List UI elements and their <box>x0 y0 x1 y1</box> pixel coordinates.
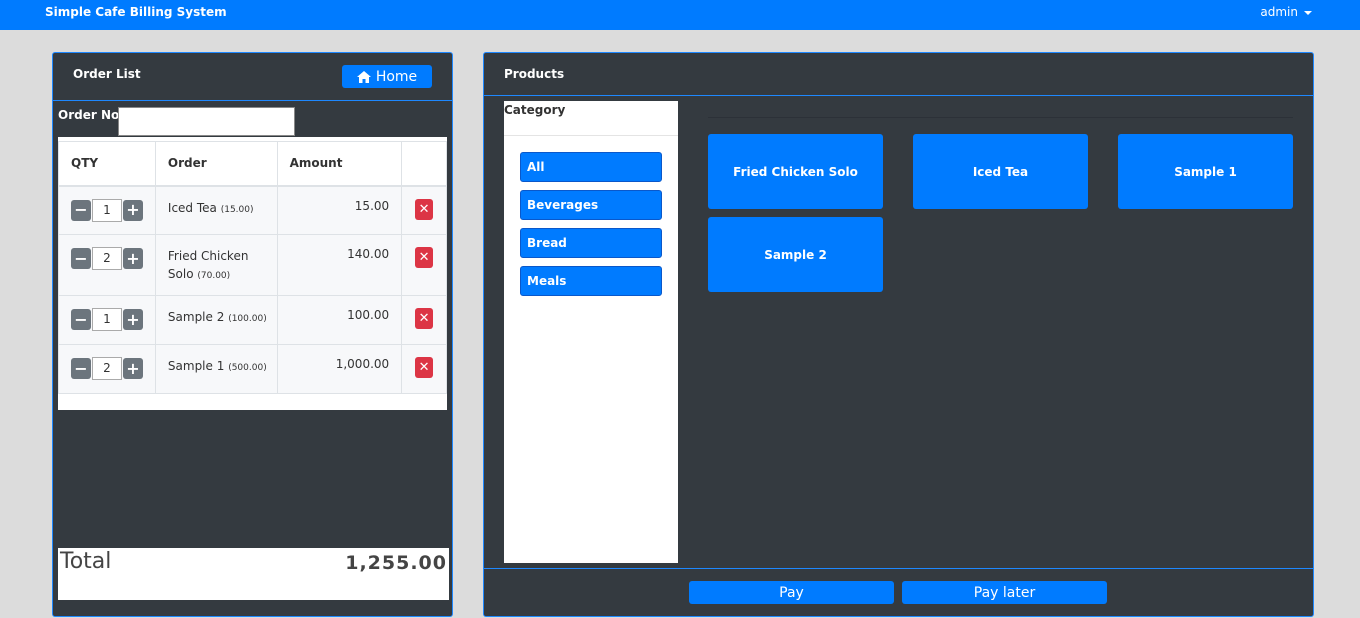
products-card: Products Category All Beverages Bread Me… <box>483 52 1314 617</box>
plus-icon[interactable]: + <box>123 248 143 269</box>
qty-cell: −2 + <box>58 234 156 296</box>
top-navbar: Simple Cafe Billing System admin <box>0 0 1360 30</box>
amount-cell: 15.00 <box>276 185 403 235</box>
column-header-amount: Amount <box>276 141 403 187</box>
products-footer-divider <box>484 568 1313 569</box>
table-row: −2 + Fried Chicken Solo (70.00) 140.00 ✕ <box>58 234 447 296</box>
total-value: 1,255.00 <box>345 552 447 574</box>
close-icon[interactable]: ✕ <box>415 247 434 268</box>
column-header-qty: QTY <box>58 141 156 187</box>
category-title: Category <box>504 103 566 117</box>
quantity-stepper: −1 + <box>71 198 155 222</box>
qty-cell: −2 + <box>58 344 156 394</box>
plus-icon[interactable]: + <box>123 309 143 330</box>
product-fried-chicken-solo-button[interactable]: Fried Chicken Solo <box>708 134 883 209</box>
item-cell: Sample 1 (500.00) <box>154 344 278 394</box>
home-button-label: Home <box>375 68 418 85</box>
qty-cell: −1 + <box>58 295 156 345</box>
item-cell: Fried Chicken Solo (70.00) <box>154 234 278 296</box>
table-row: −1 + Iced Tea (15.00) 15.00 ✕ <box>58 185 447 235</box>
products-divider <box>708 117 1293 118</box>
minus-icon[interactable]: − <box>71 199 91 221</box>
order-no-label: Order No. <box>58 108 124 122</box>
amount-cell: 100.00 <box>276 295 403 345</box>
user-name: admin <box>1260 5 1298 19</box>
table-row: −2 + Sample 1 (500.00) 1,000.00 ✕ <box>58 344 447 394</box>
plus-icon[interactable]: + <box>123 358 143 379</box>
order-no-input[interactable] <box>118 107 295 136</box>
item-cell: Sample 2 (100.00) <box>154 295 278 345</box>
column-header-actions <box>401 141 447 187</box>
product-sample-2-button[interactable]: Sample 2 <box>708 217 883 292</box>
remove-cell: ✕ <box>401 185 447 235</box>
category-divider <box>504 135 678 136</box>
quantity-stepper: −2 + <box>71 247 155 270</box>
item-name: Sample 2 <box>167 310 225 324</box>
category-all-button[interactable]: All <box>520 152 662 182</box>
category-panel: Category All Beverages Bread Meals <box>504 101 678 563</box>
category-beverages-button[interactable]: Beverages <box>520 190 662 220</box>
item-price: (70.00) <box>197 271 231 281</box>
item-price: (100.00) <box>228 314 267 324</box>
remove-cell: ✕ <box>401 234 447 296</box>
user-menu[interactable]: admin <box>1260 5 1312 19</box>
quantity-stepper: −1 + <box>71 308 155 331</box>
remove-cell: ✕ <box>401 295 447 345</box>
app-brand[interactable]: Simple Cafe Billing System <box>45 5 227 19</box>
qty-cell: −1 + <box>58 185 156 235</box>
category-meals-button[interactable]: Meals <box>520 266 662 296</box>
products-header-divider <box>484 95 1313 96</box>
minus-icon[interactable]: − <box>71 309 91 330</box>
product-sample-1-button[interactable]: Sample 1 <box>1118 134 1293 209</box>
products-title: Products <box>504 67 565 81</box>
order-list-card: Order List Home Order No. QTY Order Amou… <box>52 52 453 617</box>
product-iced-tea-button[interactable]: Iced Tea <box>913 134 1088 209</box>
pay-button[interactable]: Pay <box>689 581 894 604</box>
quantity-value[interactable]: 2 <box>92 247 122 270</box>
column-header-order: Order <box>154 141 278 187</box>
order-list-title: Order List <box>73 67 141 81</box>
item-cell: Iced Tea (15.00) <box>154 185 278 235</box>
total-box: Total 1,255.00 <box>58 548 449 600</box>
item-price: (500.00) <box>228 363 267 373</box>
remove-cell: ✕ <box>401 344 447 394</box>
quantity-value[interactable]: 1 <box>92 308 122 331</box>
order-table: QTY Order Amount −1 + Iced Tea (15.00) 15… <box>58 141 447 394</box>
total-label: Total <box>60 549 112 574</box>
table-row: −1 + Sample 2 (100.00) 100.00 ✕ <box>58 295 447 345</box>
plus-icon[interactable]: + <box>123 199 143 221</box>
item-name: Iced Tea <box>167 200 217 215</box>
order-header-divider <box>53 100 452 101</box>
amount-cell: 140.00 <box>276 234 403 296</box>
pay-later-button[interactable]: Pay later <box>902 581 1107 604</box>
order-table-container: QTY Order Amount −1 + Iced Tea (15.00) 15… <box>58 137 447 410</box>
close-icon[interactable]: ✕ <box>415 198 434 220</box>
home-icon <box>356 70 371 83</box>
quantity-stepper: −2 + <box>71 357 155 380</box>
quantity-value[interactable]: 1 <box>92 198 122 222</box>
category-bread-button[interactable]: Bread <box>520 228 662 258</box>
quantity-value[interactable]: 2 <box>92 357 122 380</box>
close-icon[interactable]: ✕ <box>415 308 434 329</box>
close-icon[interactable]: ✕ <box>415 357 434 378</box>
item-name: Sample 1 <box>167 359 225 373</box>
home-button[interactable]: Home <box>342 65 432 88</box>
minus-icon[interactable]: − <box>71 248 91 269</box>
order-table-header: QTY Order Amount <box>58 141 447 187</box>
amount-cell: 1,000.00 <box>276 344 403 394</box>
minus-icon[interactable]: − <box>71 358 91 379</box>
item-price: (15.00) <box>220 204 254 215</box>
caret-down-icon <box>1304 10 1312 15</box>
